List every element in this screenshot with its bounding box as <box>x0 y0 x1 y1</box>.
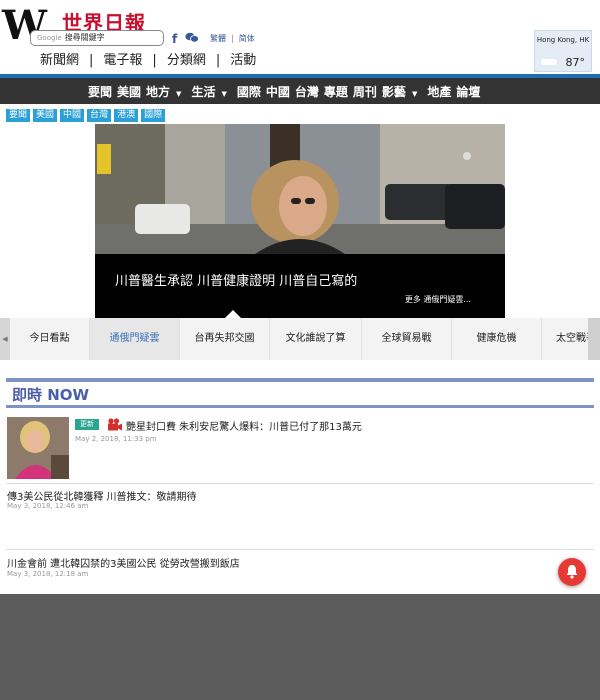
story-divider <box>6 549 594 550</box>
lang-simplified-link[interactable]: 简体 <box>239 34 255 43</box>
wechat-icon[interactable] <box>185 32 199 46</box>
caret-down-icon: ▼ <box>411 90 418 98</box>
weather-temp: 87° <box>565 56 586 69</box>
now-section-underline <box>6 405 594 408</box>
story-time-1: May 2, 2018, 11:33 pm <box>75 435 157 443</box>
search-provider-label: Google <box>37 34 62 42</box>
topnav-epaper[interactable]: 電子報 <box>103 53 142 68</box>
subtag-taiwan[interactable]: 台灣 <box>87 109 112 122</box>
topic-culture[interactable]: 文化誰說了算 <box>270 318 362 360</box>
topic-russia-probe[interactable]: 通俄門疑雲 <box>90 318 180 360</box>
mainnav-realestate[interactable]: 地產 <box>427 85 451 99</box>
carousel-left-arrow-icon[interactable]: ◀ <box>0 318 10 360</box>
hero-more-link[interactable]: 更多 通俄門疑雲... <box>405 294 471 305</box>
hero-caption[interactable]: 川普醫生承認 川普健康證明 川普自己寫的 <box>115 270 357 289</box>
mainnav-china[interactable]: 中國 <box>266 85 290 99</box>
sub-tags: 要聞 美國 中國 台灣 港澳 國際 <box>6 102 168 122</box>
story-thumbnail[interactable] <box>7 417 69 479</box>
topic-taiwan-allies[interactable]: 台再失邦交國 <box>180 318 270 360</box>
now-section-title: 即時 NOW <box>12 386 90 404</box>
story-title-3[interactable]: 川金會前 遭北韓囚禁的3美國公民 從勞改營搬到飯店 <box>7 555 240 570</box>
story-time-3: May 3, 2018, 12:18 am <box>7 570 89 578</box>
caret-down-icon: ▼ <box>221 90 227 98</box>
story-divider <box>6 483 594 484</box>
topnav-news[interactable]: 新聞網 <box>40 53 79 68</box>
story-title-2[interactable]: 傳3美公民從北韓獲釋 川普推文：敬請期待 <box>7 488 197 503</box>
mainnav-weekly[interactable]: 周刊 <box>353 85 377 99</box>
hero-pointer <box>225 310 241 318</box>
mainnav-entertainment[interactable]: 影藝 ▼ <box>382 85 422 99</box>
topic-carousel: ◀ 今日看點 通俄門疑雲 台再失邦交國 文化誰說了算 全球貿易戰 健康危機 太空… <box>0 318 600 360</box>
facebook-icon[interactable]: f <box>172 32 177 46</box>
search-placeholder: 搜尋關鍵字 <box>64 33 105 42</box>
mainnav-taiwan[interactable]: 台灣 <box>295 85 319 99</box>
topic-health[interactable]: 健康危機 <box>452 318 542 360</box>
topic-trade-war[interactable]: 全球貿易戰 <box>362 318 452 360</box>
subtag-hkmacau[interactable]: 港澳 <box>114 109 139 122</box>
mainnav-forum[interactable]: 論壇 <box>456 85 480 99</box>
mainnav-usa[interactable]: 美國 <box>117 85 141 99</box>
carousel-right-arrow-icon[interactable] <box>588 318 600 360</box>
mainnav-features[interactable]: 專題 <box>324 85 348 99</box>
weather-widget[interactable]: Hong Kong, HK 87° <box>534 30 592 72</box>
main-nav: 要聞 美國 地方 ▼ 生活 ▼ 國際 中國 台灣 專題 周刊 影藝 ▼ 地產 論壇 <box>0 74 600 104</box>
subtag-china[interactable]: 中國 <box>60 109 85 122</box>
topnav-classified[interactable]: 分類網 <box>167 53 206 68</box>
page: W 世界日報 Google 搜尋關鍵字 f 繁體 | 简体 新聞網 | 電子報 | 分類網 | 活… <box>0 0 600 594</box>
mainnav-life[interactable]: 生活 ▼ <box>191 85 231 99</box>
language-switch: 繁體 | 简体 <box>210 34 255 43</box>
now-section-bar <box>6 378 594 382</box>
site-header: W 世界日報 Google 搜尋關鍵字 f 繁體 | 简体 新聞網 | 電子報 | 分類網 | 活… <box>0 0 600 74</box>
search-input[interactable]: Google 搜尋關鍵字 <box>30 30 164 46</box>
topnav-events[interactable]: 活動 <box>230 53 256 68</box>
update-badge: 更新 <box>75 419 99 430</box>
social-links: f <box>172 32 199 46</box>
subtag-international[interactable]: 國際 <box>141 109 166 122</box>
subtag-headlines[interactable]: 要聞 <box>6 109 31 122</box>
notification-bell-icon[interactable] <box>558 558 586 586</box>
mainnav-local[interactable]: 地方 ▼ <box>146 85 186 99</box>
topic-today[interactable]: 今日看點 <box>10 318 90 360</box>
lang-traditional-link[interactable]: 繁體 <box>210 34 226 43</box>
hero-story[interactable]: 川普醫生承認 川普健康證明 川普自己寫的 更多 通俄門疑雲... <box>95 124 505 318</box>
top-nav: 新聞網 | 電子報 | 分類網 | 活動 <box>40 53 257 68</box>
story-title-1[interactable]: 艷星封口費 朱利安尼驚人爆料：川普已付了那13萬元 <box>126 418 362 433</box>
partly-cloudy-icon <box>541 59 557 65</box>
story-time-2: May 3, 2018, 12:46 am <box>7 502 89 510</box>
mainnav-international[interactable]: 國際 <box>237 85 261 99</box>
weather-city: Hong Kong, HK <box>536 36 590 44</box>
subtag-usa[interactable]: 美國 <box>33 109 58 122</box>
caret-down-icon: ▼ <box>176 90 182 98</box>
video-camera-icon <box>107 417 123 431</box>
mainnav-headlines[interactable]: 要聞 <box>88 85 112 99</box>
